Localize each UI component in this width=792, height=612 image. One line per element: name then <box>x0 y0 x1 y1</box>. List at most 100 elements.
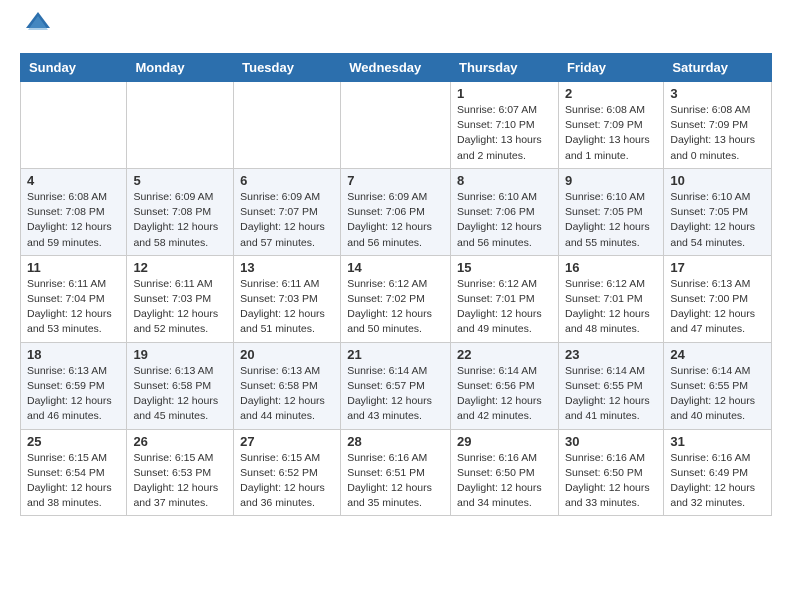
day-info: Sunrise: 6:08 AM Sunset: 7:09 PM Dayligh… <box>565 103 657 164</box>
calendar-cell: 29Sunrise: 6:16 AM Sunset: 6:50 PM Dayli… <box>451 429 559 516</box>
calendar-cell: 23 Sunrise: 6:14 AM Sunset: 6:55 PM Dayli… <box>558 342 663 429</box>
header-day-saturday: Saturday <box>664 54 772 82</box>
day-number: 24 <box>670 347 765 362</box>
day-info: Sunrise: 6:13 AM Sunset: 6:59 PM Dayligh… <box>27 364 120 425</box>
day-number: 21 <box>347 347 444 362</box>
day-number: 15 <box>457 260 552 275</box>
day-number: 20 <box>240 347 334 362</box>
day-number: 18 <box>27 347 120 362</box>
calendar-week-4: 18 Sunrise: 6:13 AM Sunset: 6:59 PM Dayli… <box>21 342 772 429</box>
day-info: Sunrise: 6:13 AM Sunset: 6:58 PM Dayligh… <box>133 364 227 425</box>
calendar-cell: 26Sunrise: 6:15 AM Sunset: 6:53 PM Dayli… <box>127 429 234 516</box>
calendar-cell: 1 Sunrise: 6:07 AM Sunset: 7:10 PM Daylig… <box>451 82 559 169</box>
calendar-cell: 4 Sunrise: 6:08 AM Sunset: 7:08 PM Daylig… <box>21 168 127 255</box>
day-info: Sunrise: 6:16 AM Sunset: 6:49 PM Dayligh… <box>670 451 765 512</box>
day-number: 3 <box>670 86 765 101</box>
day-number: 22 <box>457 347 552 362</box>
calendar-cell: 24 Sunrise: 6:14 AM Sunset: 6:55 PM Dayli… <box>664 342 772 429</box>
day-number: 19 <box>133 347 227 362</box>
day-info: Sunrise: 6:14 AM Sunset: 6:55 PM Dayligh… <box>565 364 657 425</box>
day-info: Sunrise: 6:16 AM Sunset: 6:50 PM Dayligh… <box>457 451 552 512</box>
calendar-cell: 15 Sunrise: 6:12 AM Sunset: 7:01 PM Dayli… <box>451 255 559 342</box>
day-info: Sunrise: 6:08 AM Sunset: 7:09 PM Dayligh… <box>670 103 765 164</box>
day-number: 7 <box>347 173 444 188</box>
day-info: Sunrise: 6:15 AM Sunset: 6:54 PM Dayligh… <box>27 451 120 512</box>
header-day-tuesday: Tuesday <box>234 54 341 82</box>
calendar-cell: 21 Sunrise: 6:14 AM Sunset: 6:57 PM Dayli… <box>341 342 451 429</box>
calendar-cell: 30 Sunrise: 6:16 AM Sunset: 6:50 PM Dayli… <box>558 429 663 516</box>
day-info: Sunrise: 6:13 AM Sunset: 7:00 PM Dayligh… <box>670 277 765 338</box>
calendar-cell: 17Sunrise: 6:13 AM Sunset: 7:00 PM Dayli… <box>664 255 772 342</box>
calendar-week-1: 1 Sunrise: 6:07 AM Sunset: 7:10 PM Daylig… <box>21 82 772 169</box>
calendar-cell: 11 Sunrise: 6:11 AM Sunset: 7:04 PM Dayli… <box>21 255 127 342</box>
day-info: Sunrise: 6:16 AM Sunset: 6:51 PM Dayligh… <box>347 451 444 512</box>
calendar-table: SundayMondayTuesdayWednesdayThursdayFrid… <box>20 53 772 516</box>
header-day-sunday: Sunday <box>21 54 127 82</box>
day-number: 30 <box>565 434 657 449</box>
calendar-cell <box>21 82 127 169</box>
calendar-week-5: 25 Sunrise: 6:15 AM Sunset: 6:54 PM Dayli… <box>21 429 772 516</box>
calendar-cell <box>127 82 234 169</box>
day-info: Sunrise: 6:07 AM Sunset: 7:10 PM Dayligh… <box>457 103 552 164</box>
day-info: Sunrise: 6:14 AM Sunset: 6:56 PM Dayligh… <box>457 364 552 425</box>
calendar-cell: 27 Sunrise: 6:15 AM Sunset: 6:52 PM Dayli… <box>234 429 341 516</box>
calendar-cell: 31 Sunrise: 6:16 AM Sunset: 6:49 PM Dayli… <box>664 429 772 516</box>
calendar-cell: 22 Sunrise: 6:14 AM Sunset: 6:56 PM Dayli… <box>451 342 559 429</box>
calendar-cell: 28Sunrise: 6:16 AM Sunset: 6:51 PM Dayli… <box>341 429 451 516</box>
day-number: 8 <box>457 173 552 188</box>
calendar-week-2: 4 Sunrise: 6:08 AM Sunset: 7:08 PM Daylig… <box>21 168 772 255</box>
day-info: Sunrise: 6:10 AM Sunset: 7:05 PM Dayligh… <box>670 190 765 251</box>
day-info: Sunrise: 6:10 AM Sunset: 7:05 PM Dayligh… <box>565 190 657 251</box>
calendar-cell: 25 Sunrise: 6:15 AM Sunset: 6:54 PM Dayli… <box>21 429 127 516</box>
calendar-header-row: SundayMondayTuesdayWednesdayThursdayFrid… <box>21 54 772 82</box>
calendar-cell: 9 Sunrise: 6:10 AM Sunset: 7:05 PM Daylig… <box>558 168 663 255</box>
day-number: 9 <box>565 173 657 188</box>
calendar-cell: 18 Sunrise: 6:13 AM Sunset: 6:59 PM Dayli… <box>21 342 127 429</box>
day-number: 31 <box>670 434 765 449</box>
day-info: Sunrise: 6:14 AM Sunset: 6:57 PM Dayligh… <box>347 364 444 425</box>
logo-icon <box>24 8 52 41</box>
calendar-cell: 6Sunrise: 6:09 AM Sunset: 7:07 PM Daylig… <box>234 168 341 255</box>
calendar-cell: 10 Sunrise: 6:10 AM Sunset: 7:05 PM Dayli… <box>664 168 772 255</box>
day-number: 27 <box>240 434 334 449</box>
day-number: 2 <box>565 86 657 101</box>
day-number: 1 <box>457 86 552 101</box>
day-info: Sunrise: 6:15 AM Sunset: 6:53 PM Dayligh… <box>133 451 227 512</box>
header-day-thursday: Thursday <box>451 54 559 82</box>
day-number: 25 <box>27 434 120 449</box>
calendar-cell <box>234 82 341 169</box>
day-info: Sunrise: 6:12 AM Sunset: 7:01 PM Dayligh… <box>457 277 552 338</box>
calendar-cell: 16 Sunrise: 6:12 AM Sunset: 7:01 PM Dayli… <box>558 255 663 342</box>
day-info: Sunrise: 6:16 AM Sunset: 6:50 PM Dayligh… <box>565 451 657 512</box>
day-number: 16 <box>565 260 657 275</box>
day-info: Sunrise: 6:15 AM Sunset: 6:52 PM Dayligh… <box>240 451 334 512</box>
day-info: Sunrise: 6:08 AM Sunset: 7:08 PM Dayligh… <box>27 190 120 251</box>
day-info: Sunrise: 6:11 AM Sunset: 7:03 PM Dayligh… <box>240 277 334 338</box>
day-number: 14 <box>347 260 444 275</box>
day-info: Sunrise: 6:12 AM Sunset: 7:01 PM Dayligh… <box>565 277 657 338</box>
day-info: Sunrise: 6:09 AM Sunset: 7:06 PM Dayligh… <box>347 190 444 251</box>
day-number: 6 <box>240 173 334 188</box>
day-number: 11 <box>27 260 120 275</box>
day-info: Sunrise: 6:13 AM Sunset: 6:58 PM Dayligh… <box>240 364 334 425</box>
day-info: Sunrise: 6:10 AM Sunset: 7:06 PM Dayligh… <box>457 190 552 251</box>
day-number: 4 <box>27 173 120 188</box>
page-container: SundayMondayTuesdayWednesdayThursdayFrid… <box>0 0 792 532</box>
day-number: 10 <box>670 173 765 188</box>
header-day-friday: Friday <box>558 54 663 82</box>
calendar-cell: 19 Sunrise: 6:13 AM Sunset: 6:58 PM Dayli… <box>127 342 234 429</box>
day-number: 12 <box>133 260 227 275</box>
day-info: Sunrise: 6:11 AM Sunset: 7:04 PM Dayligh… <box>27 277 120 338</box>
calendar-cell: 14 Sunrise: 6:12 AM Sunset: 7:02 PM Dayli… <box>341 255 451 342</box>
calendar-week-3: 11 Sunrise: 6:11 AM Sunset: 7:04 PM Dayli… <box>21 255 772 342</box>
calendar-cell: 13Sunrise: 6:11 AM Sunset: 7:03 PM Dayli… <box>234 255 341 342</box>
header-day-monday: Monday <box>127 54 234 82</box>
day-info: Sunrise: 6:12 AM Sunset: 7:02 PM Dayligh… <box>347 277 444 338</box>
day-number: 23 <box>565 347 657 362</box>
calendar-cell: 2 Sunrise: 6:08 AM Sunset: 7:09 PM Daylig… <box>558 82 663 169</box>
calendar-cell: 7 Sunrise: 6:09 AM Sunset: 7:06 PM Daylig… <box>341 168 451 255</box>
day-info: Sunrise: 6:11 AM Sunset: 7:03 PM Dayligh… <box>133 277 227 338</box>
header-day-wednesday: Wednesday <box>341 54 451 82</box>
day-info: Sunrise: 6:14 AM Sunset: 6:55 PM Dayligh… <box>670 364 765 425</box>
calendar-cell: 5Sunrise: 6:09 AM Sunset: 7:08 PM Daylig… <box>127 168 234 255</box>
